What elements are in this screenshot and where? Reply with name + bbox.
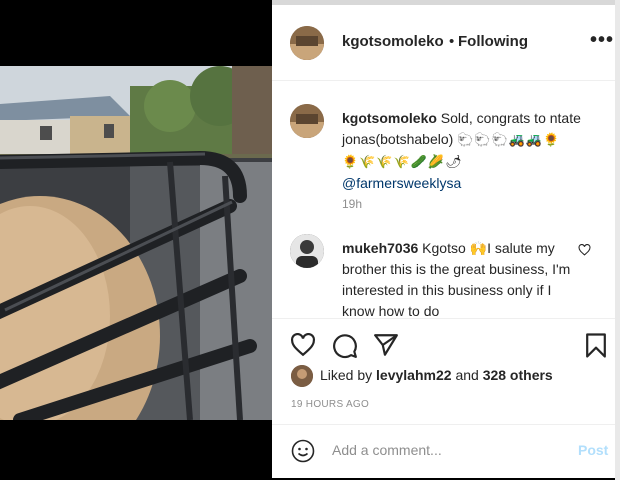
share-paper-plane-icon[interactable]	[373, 333, 399, 357]
author-avatar[interactable]	[290, 26, 324, 60]
like-heart-icon[interactable]	[290, 333, 316, 357]
caption-emojis-1: 🐑🐑🐑🚜🚜🌻	[457, 133, 561, 148]
likes-summary: Liked by levylahm22 and 328 others	[320, 367, 553, 383]
comment-item: mukeh7036 Kgotso 🙌I salute my brother th…	[342, 238, 574, 318]
comments-section[interactable]: kgotsomoleko Sold, congrats to ntate jon…	[272, 82, 615, 318]
post-photo[interactable]	[0, 66, 272, 420]
post-header: kgotsomoleko • Following •••	[272, 5, 615, 81]
commenter-username[interactable]: mukeh7036	[342, 240, 418, 256]
caption-emojis-2: 🌻🌾🌾🌾🥒🌽🌶	[342, 155, 463, 170]
post-media[interactable]	[0, 0, 272, 480]
post-comment-button[interactable]: Post	[578, 442, 608, 458]
following-button[interactable]: Following	[458, 33, 528, 50]
more-options-icon[interactable]: •••	[590, 29, 614, 52]
right-edge	[615, 0, 620, 480]
emoji-smiley-icon[interactable]	[291, 439, 315, 463]
post-actions: Liked by levylahm22 and 328 others 19 HO…	[272, 318, 615, 473]
liked-connector: and	[455, 367, 479, 383]
caption-age[interactable]: 19h	[342, 197, 362, 211]
liked-by-prefix: Liked by	[320, 367, 373, 383]
sheep-in-truck-image	[0, 66, 272, 420]
comment-emoji: 🙌	[469, 240, 488, 256]
post-caption: kgotsomoleko Sold, congrats to ntate jon…	[342, 108, 602, 194]
comment-bubble-icon[interactable]	[332, 333, 358, 359]
post-detail-panel: kgotsomoleko • Following ••• kgotsomolek…	[272, 5, 615, 478]
separator-dot: •	[449, 33, 455, 50]
likes-count[interactable]: 328 others	[483, 367, 553, 383]
commenter-avatar[interactable]	[290, 234, 324, 268]
comment-input[interactable]	[332, 437, 552, 463]
caption-author-avatar[interactable]	[290, 104, 324, 138]
author-username[interactable]: kgotsomoleko	[342, 33, 444, 50]
comment-text-start: Kgotso	[422, 240, 466, 256]
comment-like-heart-icon[interactable]	[578, 244, 591, 256]
save-bookmark-icon[interactable]	[585, 332, 607, 359]
add-comment-bar: Post	[272, 424, 615, 474]
liker-username[interactable]: levylahm22	[376, 367, 452, 383]
mention-link[interactable]: @farmersweeklysa	[342, 173, 602, 194]
caption-username[interactable]: kgotsomoleko	[342, 110, 437, 126]
post-timestamp[interactable]: 19 HOURS AGO	[291, 399, 369, 410]
liker-avatar[interactable]	[291, 365, 313, 387]
